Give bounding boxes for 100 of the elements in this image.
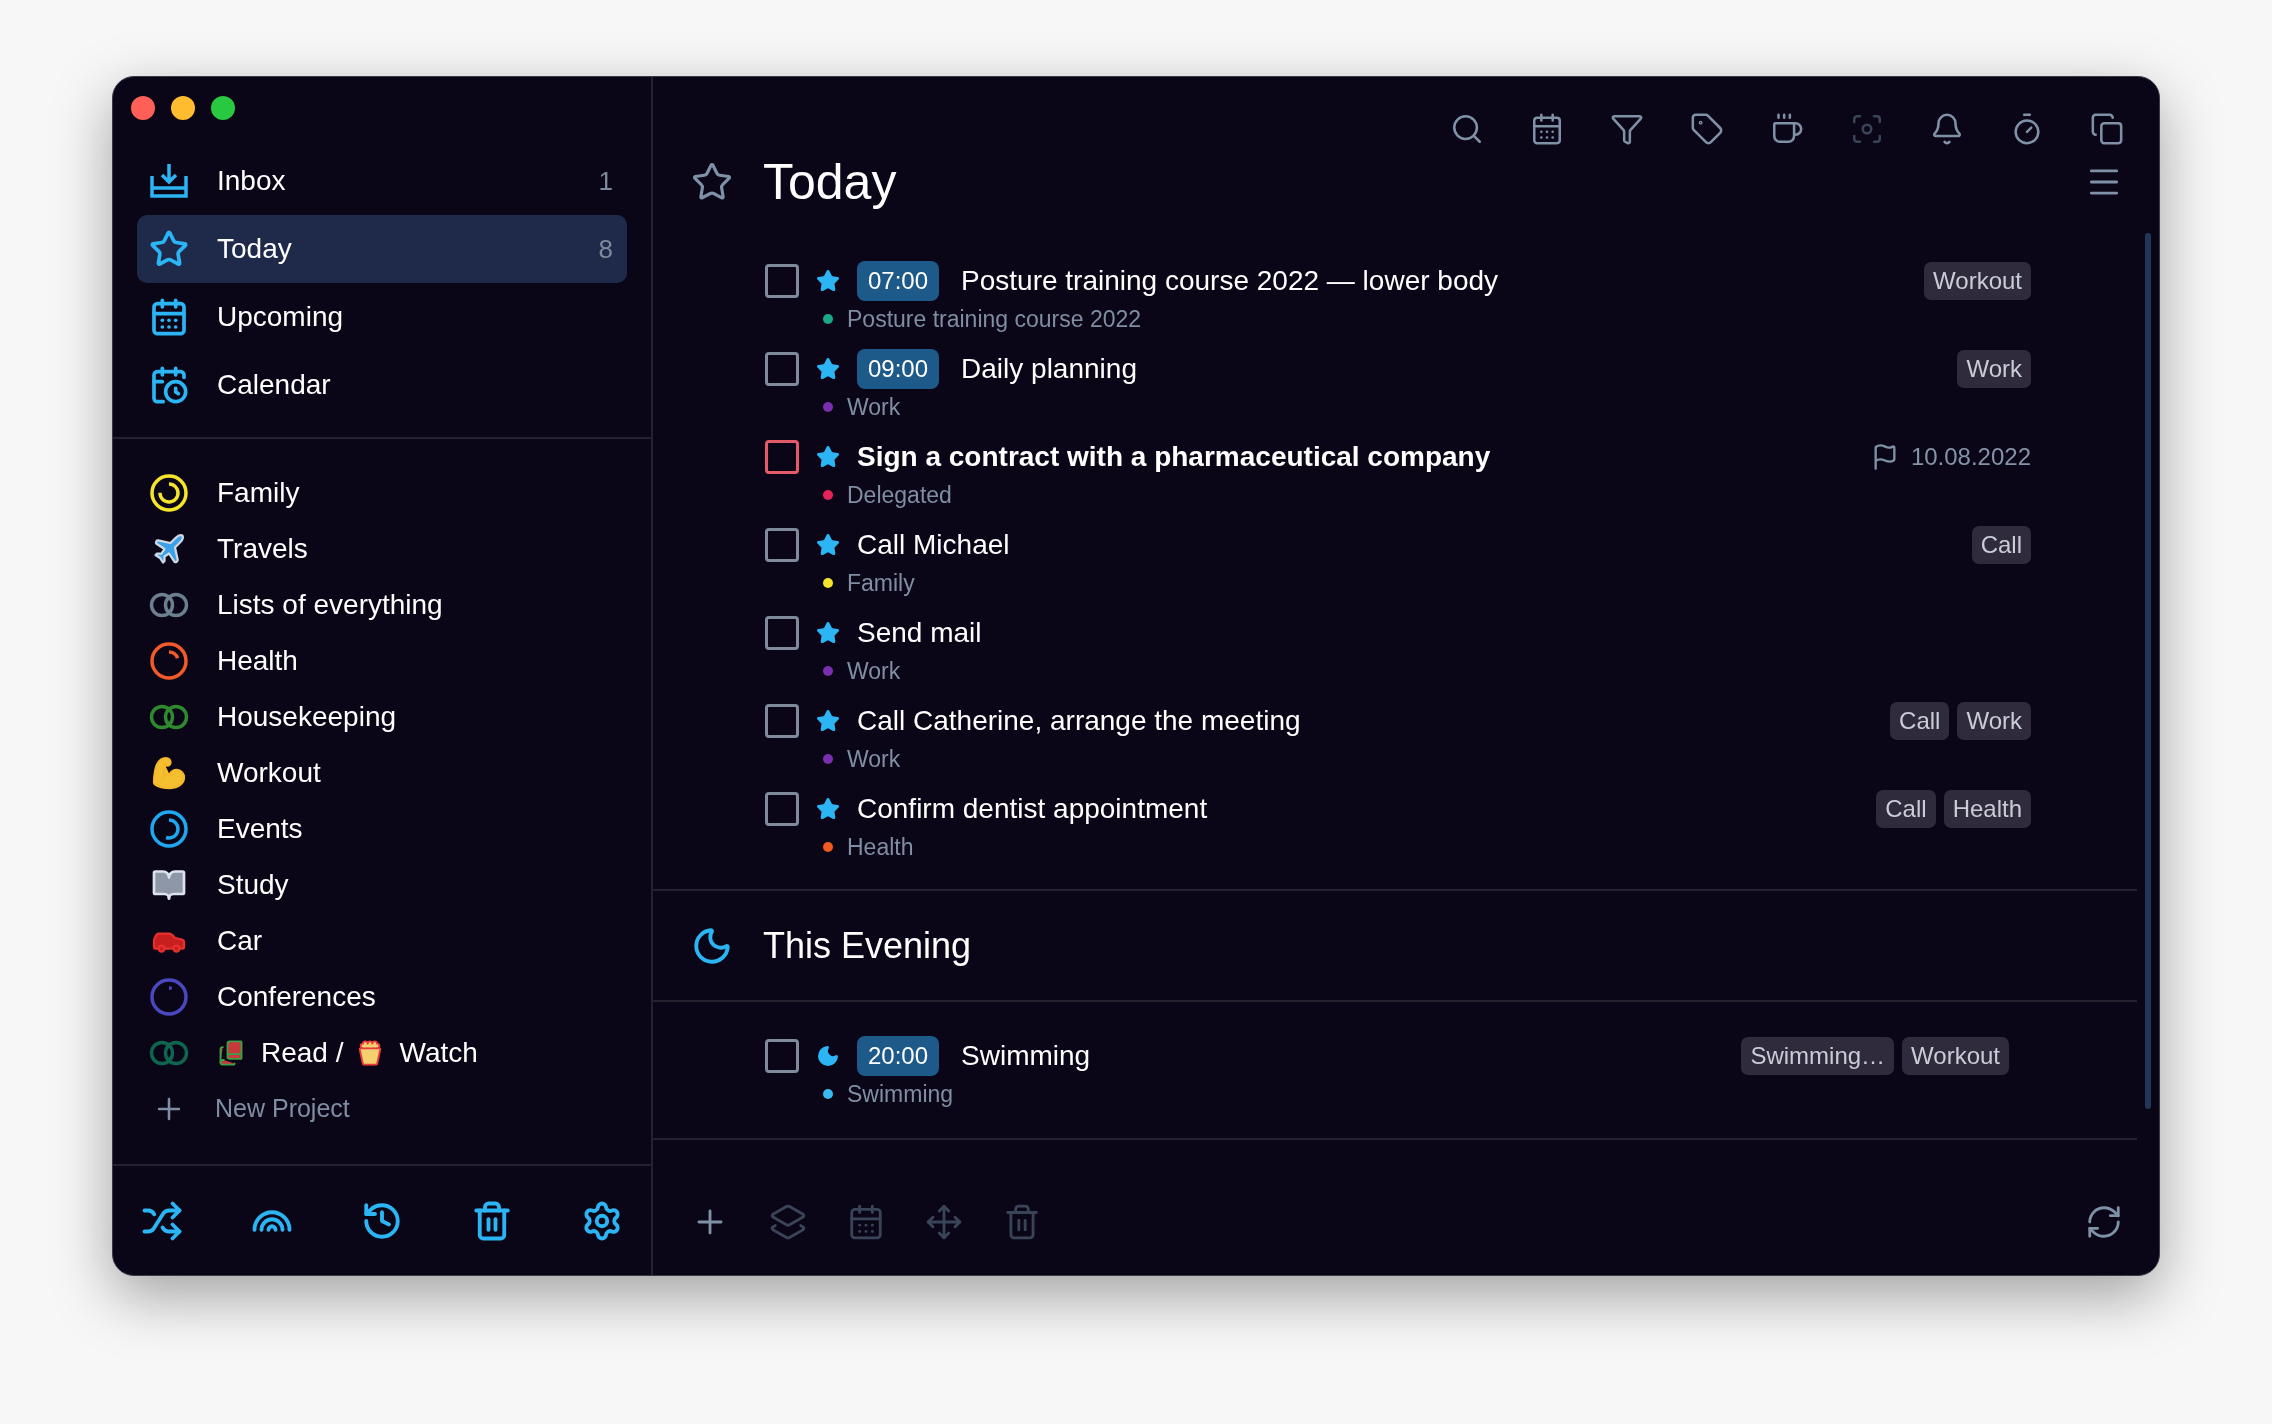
books-icon: [217, 1039, 245, 1067]
star-icon: [816, 621, 840, 645]
star-icon: [816, 709, 840, 733]
project-label: Conferences: [217, 980, 376, 1014]
star-icon: [149, 229, 189, 269]
zoom-window-button[interactable]: [211, 96, 235, 120]
new-project-button[interactable]: New Project: [147, 1081, 651, 1137]
project-item[interactable]: Housekeeping: [147, 689, 651, 745]
sync-icon[interactable]: [2085, 1203, 2123, 1241]
time-badge: 09:00: [857, 349, 940, 389]
sidebar-nav-item[interactable]: Inbox 1: [137, 147, 627, 215]
project-item[interactable]: Workout: [147, 745, 651, 801]
project-label: Health: [217, 644, 298, 678]
tag-chip[interactable]: Work: [1957, 350, 2031, 388]
task-title: Sign a contract with a pharmaceutical company: [857, 440, 1491, 474]
tag-chip[interactable]: Health: [1943, 790, 2031, 828]
project-item[interactable]: Family: [147, 465, 651, 521]
calendar-clock-icon: [149, 365, 189, 405]
section-title: This Evening: [763, 923, 972, 968]
project-name: Work: [847, 392, 901, 422]
task-title: Daily planning: [961, 352, 1137, 386]
sidebar-nav-item[interactable]: Upcoming: [137, 283, 627, 351]
project-item[interactable]: Lists of everything: [147, 577, 651, 633]
task-title: Swimming: [961, 1039, 1091, 1073]
nav-label: Today: [217, 232, 292, 266]
settings-icon[interactable]: [581, 1199, 623, 1242]
nav-label: Calendar: [217, 368, 331, 402]
task-checkbox[interactable]: [765, 528, 799, 562]
project-name: Family: [847, 568, 915, 598]
time-badge: 20:00: [857, 1036, 940, 1076]
nav-count: 8: [598, 232, 613, 266]
star-icon: [816, 533, 840, 557]
project-label: Read /: [261, 1036, 344, 1070]
scrollbar-thumb[interactable]: [2145, 233, 2151, 1109]
trash-icon[interactable]: [471, 1199, 513, 1242]
task-title: Confirm dentist appointment: [857, 792, 1208, 826]
shuffle-icon[interactable]: [141, 1199, 183, 1242]
project-item[interactable]: Events: [147, 801, 651, 857]
calendar-icon: [149, 297, 189, 337]
project-name: Work: [847, 744, 901, 774]
project-item[interactable]: Health: [147, 633, 651, 689]
moon-icon: [816, 1044, 840, 1068]
tag-chip[interactable]: Workout: [1902, 1037, 2009, 1075]
task-title: Call Michael: [857, 528, 1010, 562]
project-label: Housekeeping: [217, 700, 397, 734]
open-book-icon: [151, 867, 187, 903]
project-item[interactable]: Read / Watch: [147, 1025, 651, 1081]
task-title: Posture training course 2022 — lower body: [961, 264, 1499, 298]
project-name: Health: [847, 832, 914, 862]
sidebar-nav-item[interactable]: Calendar: [137, 351, 627, 419]
project-label: Watch: [399, 1036, 478, 1070]
progress-ring-icon: [150, 810, 188, 848]
tag-chip[interactable]: Call: [1890, 702, 1950, 740]
nav-label: Inbox: [217, 164, 286, 198]
project-name: Swimming: [847, 1079, 954, 1109]
star-icon: [816, 797, 840, 821]
project-label: Study: [217, 868, 289, 902]
project-label: Events: [217, 812, 303, 846]
task-checkbox[interactable]: [765, 1039, 799, 1073]
deadline-date: 10.08.2022: [1910, 442, 2031, 472]
tag-chip[interactable]: Work: [1957, 702, 2031, 740]
time-badge: 07:00: [857, 261, 940, 301]
progress-ring-icon: [150, 474, 188, 512]
project-name: Posture training course 2022: [847, 304, 1142, 334]
task-checkbox[interactable]: [765, 704, 799, 738]
task-title: Call Catherine, arrange the meeting: [857, 704, 1301, 738]
project-name: Work: [847, 656, 901, 686]
nav-label: Upcoming: [217, 300, 344, 334]
project-item[interactable]: Study: [147, 857, 651, 913]
close-window-button[interactable]: [131, 96, 155, 120]
page-title: Today: [763, 152, 897, 212]
progress-ring-icon: [150, 642, 188, 680]
star-icon: [816, 269, 840, 293]
minimize-window-button[interactable]: [171, 96, 195, 120]
tag-chip[interactable]: Call: [1876, 790, 1936, 828]
task-checkbox[interactable]: [765, 440, 799, 474]
project-item[interactable]: Travels: [147, 521, 651, 577]
star-icon: [816, 445, 840, 469]
task-checkbox[interactable]: [765, 352, 799, 386]
task-checkbox[interactable]: [765, 616, 799, 650]
project-label: Car: [217, 924, 263, 958]
tag-chip[interactable]: Swimming…: [1741, 1037, 1895, 1075]
project-item[interactable]: Conferences: [147, 969, 651, 1025]
task-checkbox[interactable]: [765, 264, 799, 298]
flexed-arm-icon: [151, 755, 187, 791]
project-label: Travels: [217, 532, 308, 566]
sidebar-nav-item[interactable]: Today 8: [137, 215, 627, 283]
star-icon: [816, 357, 840, 381]
task-checkbox[interactable]: [765, 792, 799, 826]
project-item[interactable]: Car: [147, 913, 651, 969]
tag-chip[interactable]: Workout: [1924, 262, 2031, 300]
nav-count: 1: [598, 164, 613, 198]
project-label: Lists of everything: [217, 588, 443, 622]
project-label: Family: [217, 476, 300, 510]
task-title: Send mail: [857, 616, 982, 650]
inbox-tray-icon: [148, 162, 190, 200]
tag-chip[interactable]: Call: [1971, 526, 2031, 564]
project-label: Workout: [217, 756, 321, 790]
progress-ring-icon: [150, 978, 188, 1016]
project-name: Delegated: [847, 480, 952, 510]
